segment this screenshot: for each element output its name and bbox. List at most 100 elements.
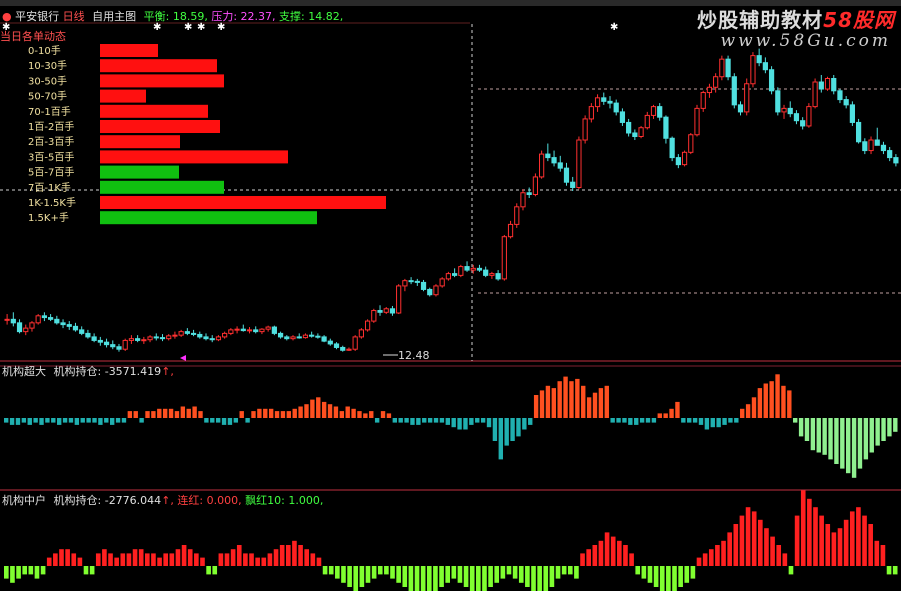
indicator-bar [868, 524, 873, 566]
indicator-bar [482, 566, 487, 591]
indicator-bar [543, 566, 549, 591]
indicator-bar [622, 418, 627, 423]
indicator-bar [663, 413, 668, 418]
candle-body [333, 343, 340, 348]
indicator-bar [623, 545, 628, 566]
indicator-bar [555, 566, 561, 579]
indicator-bar [840, 418, 845, 469]
candle-body [775, 90, 781, 113]
candle-body [507, 223, 514, 238]
indicator-bar [133, 411, 138, 418]
indicator-bar [298, 406, 303, 418]
indicator-bar [463, 566, 469, 587]
indicator-bar [549, 566, 555, 587]
order-bar [100, 89, 146, 103]
candle-body [296, 336, 302, 339]
indicator-bar [439, 566, 444, 587]
period-label[interactable]: 日线 [63, 10, 85, 23]
indicator-bar [592, 545, 598, 566]
indicator-bar [268, 408, 274, 418]
indicator2-arrow: ↑, [161, 494, 174, 507]
candle-body [681, 151, 688, 166]
indicator-bar [561, 566, 567, 575]
candle-body [265, 326, 271, 330]
indicator-bar [457, 566, 463, 583]
order-label: 50-70手 [28, 90, 67, 103]
candle-body [613, 102, 619, 113]
candle-body [85, 332, 91, 338]
indicator-bar [710, 418, 715, 428]
indicator-bar [782, 553, 788, 566]
order-label: 1百-2百手 [28, 120, 74, 133]
indicator-bar [292, 408, 297, 418]
indicator-bar [4, 418, 9, 423]
indicator-bar [610, 418, 615, 423]
indicator-bar [33, 418, 38, 423]
indicator2-name[interactable]: 机构中户 [2, 494, 46, 507]
candle-body [725, 58, 731, 78]
indicator-bar [322, 566, 328, 575]
indicator-bar [210, 418, 215, 423]
candle-body [79, 329, 85, 334]
indicator-bar [629, 553, 634, 566]
candle-body [619, 111, 626, 123]
indicator-bar [239, 411, 244, 418]
indicator-bar [849, 511, 855, 566]
indicator-bar [843, 519, 849, 566]
candle-body [352, 336, 358, 350]
candle-body [601, 97, 607, 102]
indicator-bar [557, 381, 562, 418]
indicator-bar [316, 397, 321, 418]
indicator-bar [16, 566, 21, 579]
indicator-bar [793, 418, 798, 423]
indicator-bar [126, 553, 132, 566]
indicator-bar [781, 385, 786, 418]
candle-body [855, 121, 862, 143]
candle-body [787, 107, 793, 115]
candle-body [713, 76, 719, 88]
indicator2-header: 机构中户 机构持仓: -2776.044↑, 连红: 0.000, 飘红10: … [2, 492, 323, 508]
candle-body [234, 328, 240, 331]
indicator-bar [518, 566, 524, 583]
candle-body [663, 116, 669, 139]
indicator2-extra2-value: 1.000, [288, 494, 324, 507]
candle-body [483, 269, 489, 276]
candle-body [427, 288, 433, 296]
indicator-bar [881, 418, 886, 441]
main-chart-name[interactable]: 自用主图 [92, 10, 136, 23]
indicator-bar [666, 566, 671, 591]
indicator-bar [659, 566, 665, 591]
indicator2-field: 机构持仓: [53, 494, 102, 507]
indicator-bar [727, 532, 732, 566]
candle-body [464, 266, 470, 271]
indicator1-name[interactable]: 机构超大 [2, 365, 46, 378]
indicator-bar [745, 507, 751, 566]
stock-name[interactable]: 平安银行 [15, 10, 59, 23]
indicator-bar [690, 566, 696, 579]
indicator-bar [528, 418, 533, 425]
indicator-bar [286, 411, 292, 418]
indicator-bar [138, 549, 144, 566]
candle-body [383, 308, 389, 313]
candle-body [197, 333, 203, 338]
candle-body [831, 77, 837, 92]
indicator2-extra1-label: 连红: [177, 494, 204, 507]
indicator-bar [506, 566, 512, 575]
watermark-brand-accent: 58股网 [823, 8, 895, 32]
indicator-bar [359, 566, 365, 587]
indicator-bar [68, 418, 74, 423]
indicator-bar [198, 411, 203, 418]
indicator-bar [574, 566, 579, 579]
indicator-bar [510, 418, 515, 441]
candle-body [445, 273, 452, 280]
indicator-bar [404, 418, 409, 423]
candle-body [128, 338, 135, 341]
candle-body [377, 310, 383, 313]
indicator-bar [657, 413, 662, 418]
indicator-bar [174, 411, 180, 418]
indicator-bar [451, 418, 456, 428]
indicator-bar [788, 566, 794, 575]
candle-body [750, 55, 756, 85]
indicator-bar [65, 549, 70, 566]
balance-value: 18.59, [172, 10, 208, 23]
